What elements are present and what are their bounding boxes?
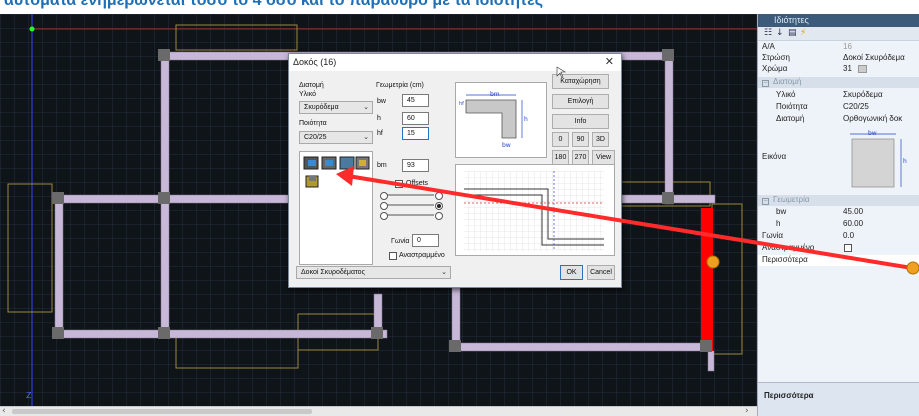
- mouse-pointer-icon: [556, 66, 567, 79]
- screenshot-root: αυτόματα ενημερώνεται τόσο το 4 όσο και …: [0, 0, 919, 416]
- cursor-marker-2: [906, 261, 919, 275]
- annotation-arrow: [347, 174, 913, 270]
- arrowhead-icon: [336, 166, 354, 186]
- annotation-overlay: [336, 66, 919, 275]
